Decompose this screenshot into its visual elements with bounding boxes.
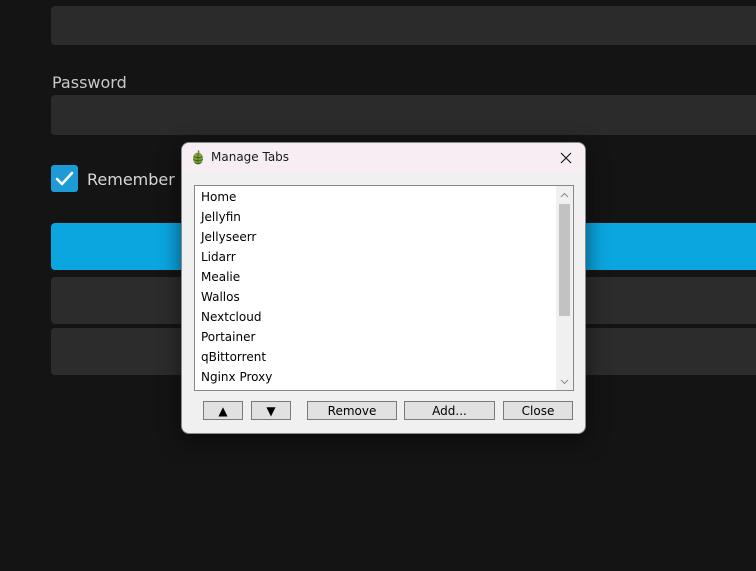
close-icon: [560, 152, 572, 163]
password-label: Password: [52, 73, 127, 92]
dialog-titlebar[interactable]: Manage Tabs: [182, 143, 585, 172]
list-item[interactable]: Nextcloud: [195, 307, 555, 327]
username-field[interactable]: [51, 6, 756, 45]
move-up-button[interactable]: ▲: [203, 401, 243, 420]
tabs-listbox[interactable]: Home Jellyfin Jellyseerr Lidarr Mealie W…: [194, 185, 574, 391]
scroll-up-button[interactable]: [556, 186, 573, 203]
list-item[interactable]: Mealie: [195, 267, 555, 287]
move-down-button[interactable]: ▼: [251, 401, 291, 420]
chevron-up-icon: [560, 192, 569, 197]
tabs-list: Home Jellyfin Jellyseerr Lidarr Mealie W…: [195, 187, 555, 387]
dialog-title: Manage Tabs: [211, 150, 290, 164]
list-item[interactable]: qBittorrent: [195, 347, 555, 367]
checkmark-icon: [55, 171, 74, 186]
list-item[interactable]: Home: [195, 187, 555, 207]
list-item[interactable]: Wallos: [195, 287, 555, 307]
list-item[interactable]: Jellyseerr: [195, 227, 555, 247]
manage-tabs-dialog: Manage Tabs Home Jellyfin Jellyseerr Lid…: [181, 142, 586, 434]
remember-me-checkbox[interactable]: [51, 165, 78, 192]
scroll-thumb[interactable]: [559, 204, 570, 316]
app-window: Password Remember M Manage Tabs Home Jel…: [0, 0, 756, 571]
list-item[interactable]: Nginx Proxy: [195, 367, 555, 387]
password-field[interactable]: [51, 95, 756, 135]
remember-me-label: Remember M: [87, 170, 194, 189]
list-item[interactable]: Portainer: [195, 327, 555, 347]
remove-button[interactable]: Remove: [307, 401, 397, 420]
add-button[interactable]: Add...: [404, 401, 495, 420]
hop-leaf-icon: [193, 150, 203, 165]
list-item[interactable]: Jellyfin: [195, 207, 555, 227]
chevron-down-icon: [560, 379, 569, 384]
scroll-down-button[interactable]: [556, 373, 573, 390]
close-button[interactable]: Close: [503, 401, 573, 420]
vertical-scrollbar[interactable]: [556, 186, 573, 390]
close-window-button[interactable]: [551, 143, 581, 172]
list-item[interactable]: Lidarr: [195, 247, 555, 267]
